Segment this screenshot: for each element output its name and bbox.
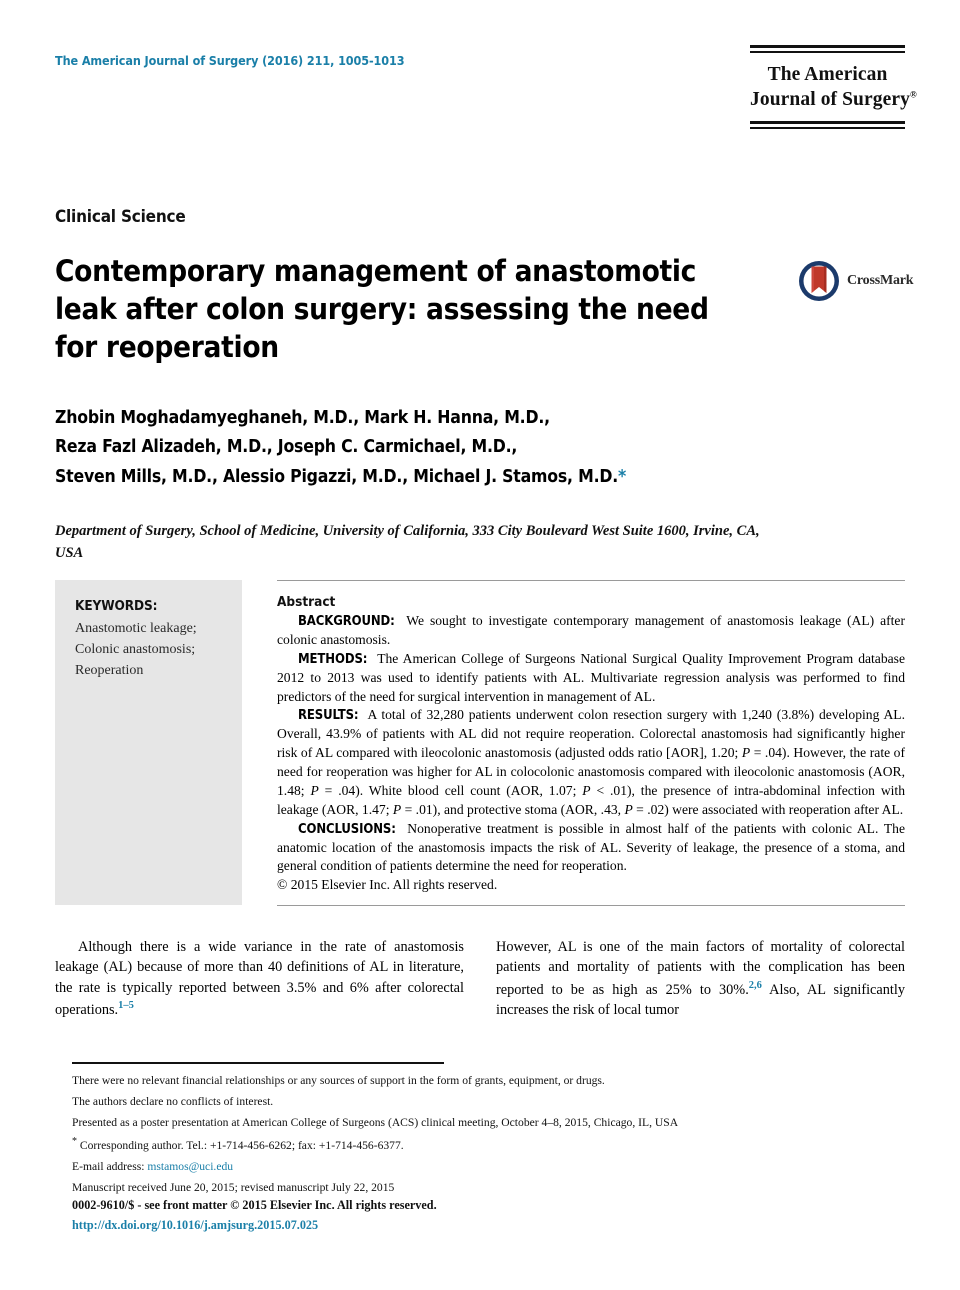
abstract-section-background: BACKGROUND: We sought to investigate con… <box>277 612 905 650</box>
body-column-right: However, AL is one of the main factors o… <box>496 937 905 1021</box>
page-header: The American Journal of Surgery (2016) 2… <box>55 45 917 165</box>
author-affiliation: Department of Surgery, School of Medicin… <box>55 523 760 562</box>
p-value-symbol: P <box>582 782 591 798</box>
citation-reference[interactable]: 1–5 <box>118 1000 134 1011</box>
author-line-2: Reza Fazl Alizadeh, M.D., Joseph C. Carm… <box>55 437 518 458</box>
author-line-1: Zhobin Moghadamyeghaneh, M.D., Mark H. H… <box>55 408 550 428</box>
abstract-label-background: BACKGROUND: <box>298 614 395 629</box>
doi-link[interactable]: http://dx.doi.org/10.1016/j.amjsurg.2015… <box>72 1216 772 1236</box>
crossmark-label: CrossMark <box>847 273 914 288</box>
title-line-3: for reoperation <box>55 330 279 365</box>
title-line-2: leak after colon surgery: assessing the … <box>55 292 709 327</box>
body-column-left: Although there is a wide variance in the… <box>55 937 464 1021</box>
author-line-3: Steven Mills, M.D., Alessio Pigazzi, M.D… <box>55 466 627 487</box>
imprint-copyright: 0002-9610/$ - see front matter © 2015 El… <box>72 1198 437 1212</box>
abstract-text-results-3: = .04). White blood cell count (AOR, 1.0… <box>318 782 583 798</box>
imprint-block: 0002-9610/$ - see front matter © 2015 El… <box>72 1196 772 1236</box>
footnote-block: There were no relevant financial relatio… <box>72 1070 872 1198</box>
asterisk-marker: * <box>72 1136 77 1148</box>
page-title: Contemporary management of anastomotic l… <box>55 252 745 366</box>
journal-logo: The American Journal of Surgery® <box>750 45 917 129</box>
abstract-heading: Abstract <box>277 594 336 610</box>
body-columns: Although there is a wide variance in the… <box>55 937 905 1021</box>
abstract-copyright: © 2015 Elsevier Inc. All rights reserved… <box>277 877 498 893</box>
email-link[interactable]: mstamos@uci.edu <box>147 1160 233 1173</box>
abstract-label-conclusions: CONCLUSIONS: <box>298 821 396 837</box>
footnote-funding: There were no relevant financial relatio… <box>72 1074 605 1087</box>
abstract-section-conclusions: CONCLUSIONS: Nonoperative treatment is p… <box>277 820 905 877</box>
abstract-label-methods: METHODS: <box>298 651 368 667</box>
keyword-item: Colonic anastomosis; <box>75 642 196 657</box>
registered-mark-icon: ® <box>909 89 917 100</box>
intro-paragraph-left: Although there is a wide variance in the… <box>55 939 464 1019</box>
keywords-list: Anastomotic leakage; Colonic anastomosis… <box>75 618 228 681</box>
article-page: The American Journal of Surgery (2016) 2… <box>0 0 960 1290</box>
logo-rule-bottom <box>750 121 905 129</box>
logo-rule-top <box>750 45 905 53</box>
abstract-section-methods: METHODS: The American College of Surgeon… <box>277 650 905 707</box>
citation-reference[interactable]: 2,6 <box>749 980 762 991</box>
footnote-corresponding-author: * Corresponding author. Tel.: +1-714-456… <box>72 1136 404 1153</box>
abstract-text-results-5: = .01), and protective stoma (AOR, .43, <box>401 801 625 817</box>
abstract-text-results-6: = .02) were associated with reoperation … <box>632 801 904 817</box>
keywords-panel: KEYWORDS: Anastomotic leakage; Colonic a… <box>55 580 242 905</box>
crossmark-icon[interactable] <box>798 260 840 302</box>
corresponding-author-marker: * <box>618 466 627 487</box>
abstract-section-results: RESULTS: A total of 32,280 patients unde… <box>277 706 905 819</box>
p-value-symbol: P <box>310 782 319 798</box>
p-value-symbol: P <box>624 801 633 817</box>
abstract-label-results: RESULTS: <box>298 708 359 724</box>
journal-logo-line2: Journal of Surgery® <box>750 89 917 111</box>
title-line-1: Contemporary management of anastomotic <box>55 254 697 288</box>
keywords-heading: KEYWORDS: <box>75 598 158 614</box>
footnote-divider <box>72 1062 444 1064</box>
crossmark-badge[interactable]: CrossMark <box>798 258 914 304</box>
keyword-item: Reoperation <box>75 663 144 678</box>
journal-reference: The American Journal of Surgery (2016) 2… <box>55 53 405 68</box>
abstract-rule-top <box>277 580 905 581</box>
p-value-symbol: P <box>741 745 751 761</box>
journal-logo-text: The American Journal of Surgery® <box>750 53 917 122</box>
p-value-symbol: P <box>392 801 402 817</box>
intro-paragraph-right: However, AL is one of the main factors o… <box>496 939 905 1019</box>
footnote-conflicts: The authors declare no conflicts of inte… <box>72 1095 274 1109</box>
footnote-email: E-mail address: mstamos@uci.edu <box>72 1160 234 1174</box>
abstract-rule-bottom <box>277 905 905 906</box>
article-section-label: Clinical Science <box>55 207 186 227</box>
author-list: Zhobin Moghadamyeghaneh, M.D., Mark H. H… <box>55 404 775 492</box>
journal-logo-line1: The American <box>767 63 888 85</box>
abstract-content: Abstract BACKGROUND: We sought to invest… <box>277 594 905 895</box>
keyword-item: Anastomotic leakage; <box>75 621 197 636</box>
abstract-text-methods: The American College of Surgeons Nationa… <box>277 650 905 704</box>
footnote-presentation: Presented as a poster presentation at Am… <box>72 1116 679 1130</box>
